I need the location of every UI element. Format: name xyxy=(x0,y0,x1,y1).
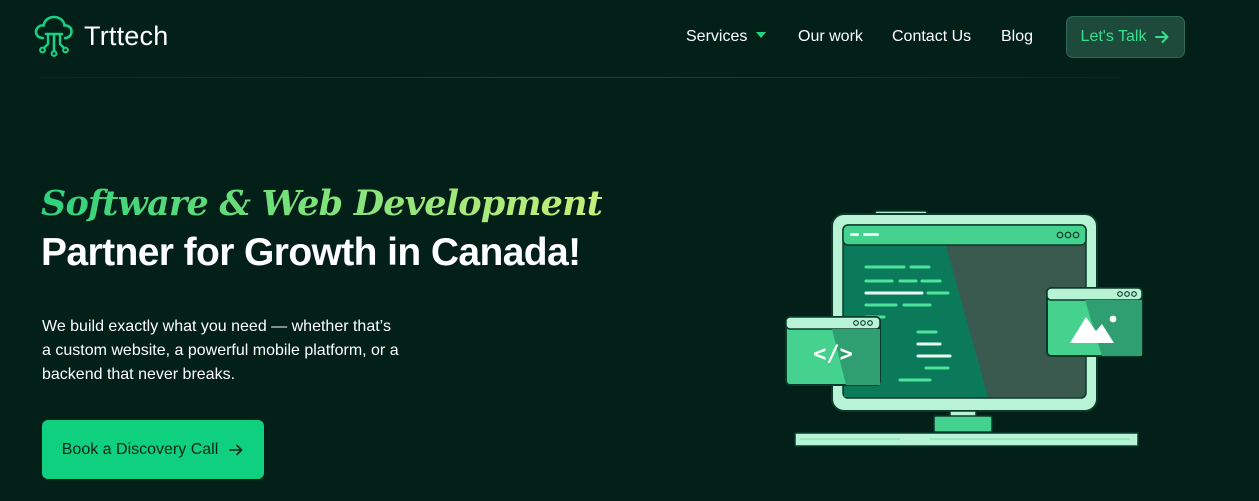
monitor-illustration: </> xyxy=(785,210,1143,447)
hero-tagline: Software & Web Development xyxy=(41,183,603,224)
lets-talk-label: Let's Talk xyxy=(1080,28,1147,45)
nav-item-label: Services xyxy=(686,28,748,45)
brand-name: Trttech xyxy=(84,20,169,51)
hero-description-line: We build exactly what you need — whether… xyxy=(42,318,391,335)
brand-logo[interactable]: Trttech xyxy=(32,14,168,58)
arrow-right-icon xyxy=(229,444,243,455)
header-divider xyxy=(40,77,1120,78)
cloud-circuit-logo-icon xyxy=(34,15,73,57)
book-discovery-call-label: Book a Discovery Call xyxy=(61,440,219,458)
code-window-icon: </> xyxy=(785,316,881,386)
hero-description-line: backend that never breaks. xyxy=(42,366,236,383)
hero-headline: Partner for Growth in Canada! xyxy=(41,231,581,274)
hero-description: We build exactly what you need — whether… xyxy=(42,315,422,387)
nav-item-our-work[interactable]: Our work xyxy=(798,28,863,46)
lets-talk-button[interactable]: Let's Talk xyxy=(1066,16,1185,58)
arrow-right-icon xyxy=(1155,31,1169,43)
nav-item-services[interactable]: Services xyxy=(686,28,767,46)
hero-description-line: a custom website, a powerful mobile plat… xyxy=(42,342,399,359)
nav-item-contact-us[interactable]: Contact Us xyxy=(892,28,971,46)
nav-item-blog[interactable]: Blog xyxy=(1001,28,1033,46)
image-window-icon xyxy=(1046,287,1143,357)
caret-down-icon xyxy=(756,31,767,38)
site-header: Trttech Services Our work Contact Us Blo… xyxy=(0,0,1259,78)
book-discovery-call-button[interactable]: Book a Discovery Call xyxy=(42,420,264,479)
code-symbol: </> xyxy=(813,342,853,367)
